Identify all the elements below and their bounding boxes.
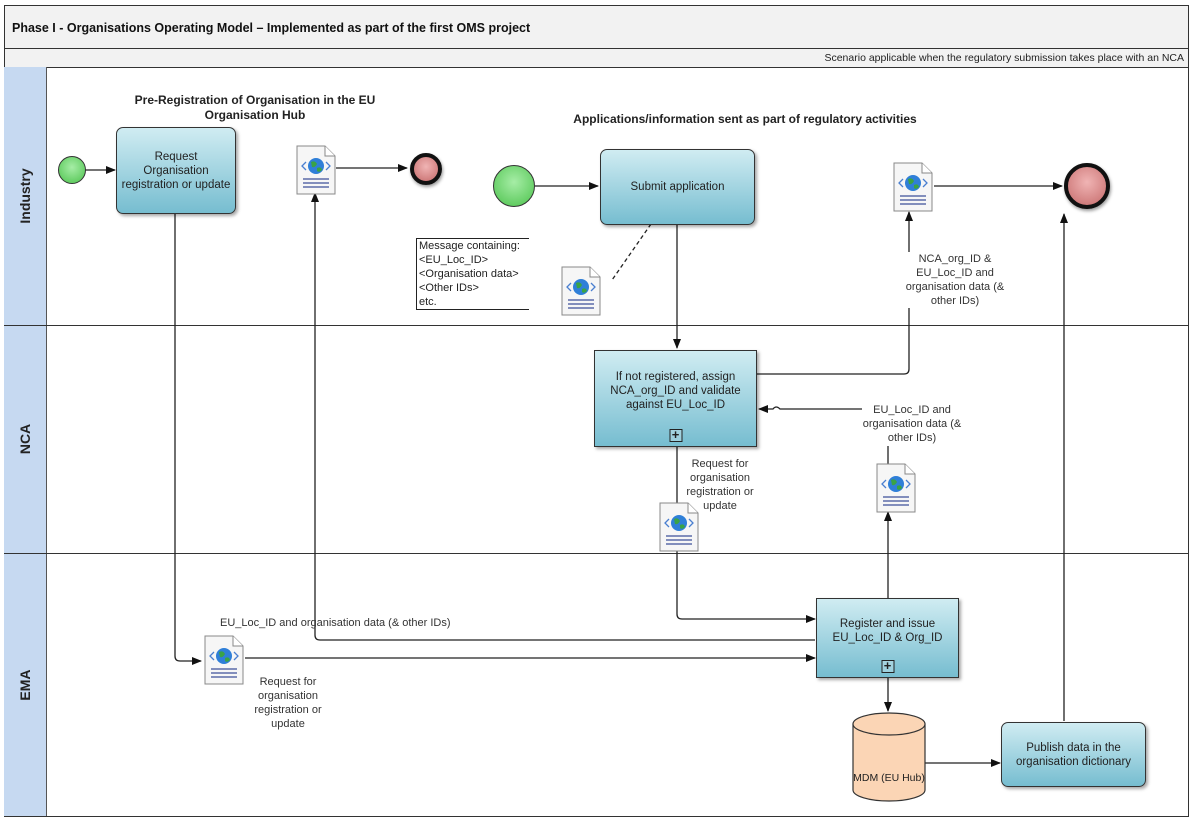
flow-label-ema-to-nca: EU_Loc_ID and organisation data (& other… <box>862 403 962 445</box>
end-event-application <box>1064 163 1110 209</box>
expand-subprocess-icon[interactable]: + <box>669 428 682 442</box>
task-request-registration-label: Request Organisation registration or upd… <box>121 150 231 191</box>
message-document-icon <box>296 145 336 195</box>
association-line <box>611 223 652 281</box>
annotation-line: etc. <box>419 296 437 308</box>
flow-label-ema-to-industry: EU_Loc_ID and organisation data (& other… <box>220 617 451 629</box>
task-publish: Publish data in the organisation diction… <box>1001 722 1146 787</box>
message-document-icon <box>204 635 244 685</box>
end-event-preregistration <box>410 153 442 185</box>
text-annotation: Message containing: <EU_Loc_ID> <Organis… <box>416 238 529 310</box>
datastore-label: MDM (EU Hub) <box>853 772 925 784</box>
flow-label-to-nca <box>758 405 865 413</box>
datastore-mdm: MDM (EU Hub) <box>852 712 926 802</box>
subprocess-ema-register: Register and issue EU_Loc_ID & Org_ID + <box>816 598 959 678</box>
flow-nca-to-industry-doc <box>757 211 913 375</box>
expand-subprocess-icon[interactable]: + <box>881 659 894 673</box>
flow-label-nca-to-industry: NCA_org_ID & EU_Loc_ID and organisation … <box>905 252 1005 308</box>
message-document-icon <box>561 266 601 316</box>
annotation-line: Message containing: <box>419 240 520 252</box>
subprocess-ema-register-label: Register and issue EU_Loc_ID & Org_ID <box>832 618 943 644</box>
flow-label-industry-to-ema: Request for organisation registration or… <box>254 676 322 730</box>
task-submit-application-label: Submit application <box>630 181 725 193</box>
start-event-preregistration <box>58 156 86 184</box>
section-heading-applications: Applications/information sent as part of… <box>573 112 917 126</box>
flow-request-to-ema <box>174 213 202 665</box>
annotation-line: <EU_Loc_ID> <box>419 254 489 266</box>
section-heading-pre-registration: Pre-Registration of Organisation in the … <box>134 93 376 122</box>
bpmn-diagram: Phase I - Organisations Operating Model … <box>0 0 1195 822</box>
message-document-icon <box>876 463 916 513</box>
task-request-registration: Request Organisation registration or upd… <box>116 127 236 214</box>
flow-label-nca-to-ema: Request for organisation registration or… <box>686 458 754 512</box>
task-submit-application: Submit application <box>600 149 755 225</box>
database-icon <box>852 712 926 802</box>
task-publish-label: Publish data in the organisation diction… <box>1015 741 1132 768</box>
annotation-line: <Other IDs> <box>419 282 479 294</box>
start-event-application <box>493 165 535 207</box>
subprocess-nca-assign: If not registered, assign NCA_org_ID and… <box>594 350 757 447</box>
message-document-icon <box>893 162 933 212</box>
subprocess-nca-assign-label: If not registered, assign NCA_org_ID and… <box>610 370 741 411</box>
annotation-line: <Organisation data> <box>419 268 519 280</box>
